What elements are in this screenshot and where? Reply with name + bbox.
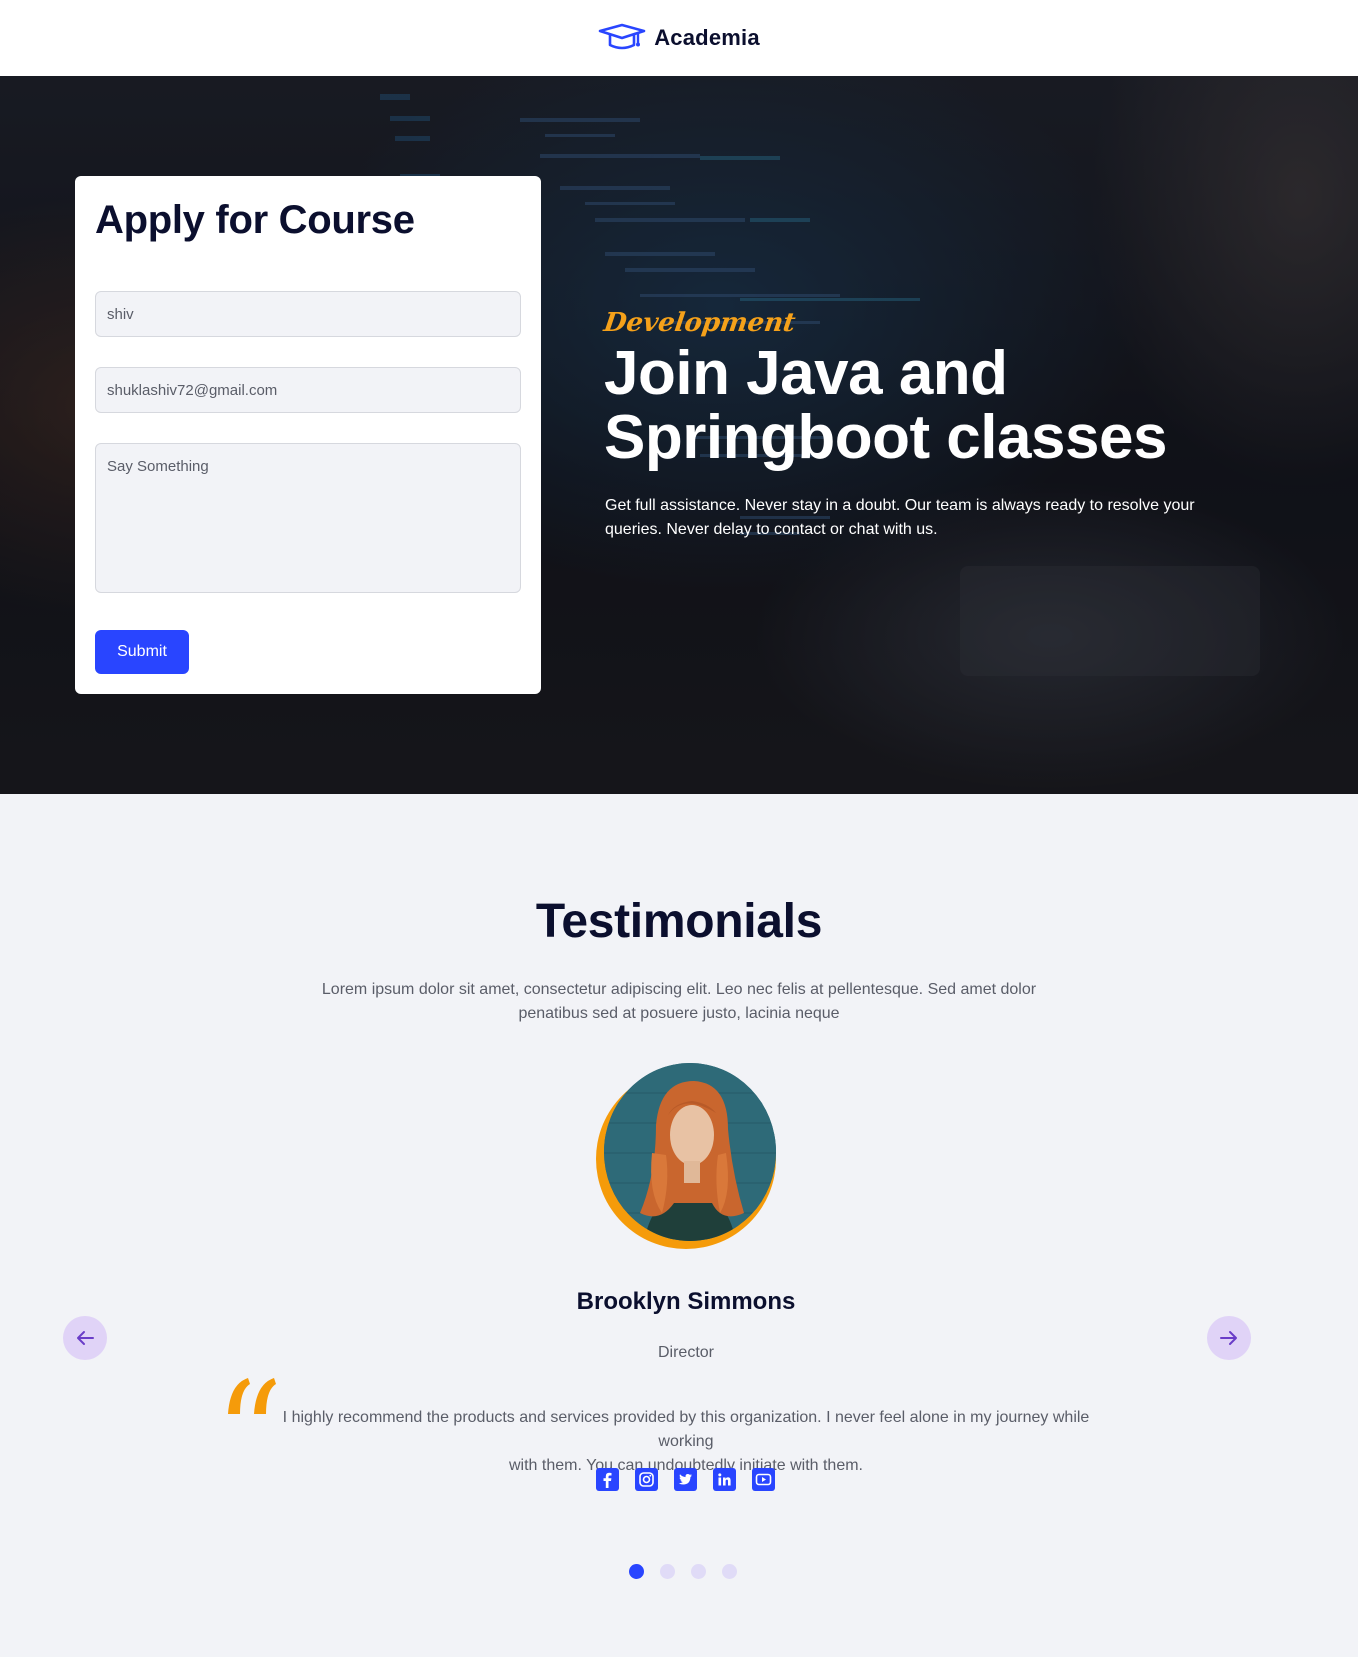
youtube-icon[interactable] — [752, 1468, 775, 1491]
testimonials-subtitle-line1: Lorem ipsum dolor sit amet, consectetur … — [321, 981, 1037, 998]
testimonials-section: Testimonials Lorem ipsum dolor sit amet,… — [0, 794, 1358, 1657]
carousel-pagination — [629, 1564, 737, 1579]
testimonials-title: Testimonials — [535, 895, 823, 948]
portrait-image — [604, 1063, 776, 1241]
apply-form-title: Apply for Course — [95, 198, 415, 242]
hero-description: Get full assistance. Never stay in a dou… — [605, 497, 1195, 538]
submit-button[interactable]: Submit — [95, 630, 189, 674]
brand[interactable]: Academia — [598, 23, 760, 53]
testimonial-role: Director — [657, 1344, 714, 1361]
site-header: Academia — [0, 0, 1358, 76]
apply-form-card: Apply for Course shiv shuklashiv72@gmail… — [75, 176, 541, 694]
hero-title: Join Java and Springboot classes — [604, 342, 1244, 470]
message-textarea[interactable]: Say Something — [95, 443, 521, 593]
twitter-icon[interactable] — [674, 1468, 697, 1491]
hero-section: Apply for Course shiv shuklashiv72@gmail… — [0, 76, 1358, 794]
hero-title-line2: Springboot classes — [604, 403, 1167, 472]
linkedin-icon[interactable] — [713, 1468, 736, 1491]
brand-name: Academia — [654, 25, 760, 50]
name-input[interactable]: shiv — [95, 291, 521, 337]
instagram-icon[interactable] — [635, 1468, 658, 1491]
avatar — [604, 1063, 776, 1241]
testimonials-subtitle-line2: penatibus sed at posuere justo, lacinia … — [518, 1005, 840, 1022]
facebook-icon[interactable] — [596, 1468, 619, 1491]
carousel-dot-3[interactable] — [691, 1564, 706, 1579]
hero-tag: Development — [601, 308, 798, 338]
testimonial-avatar — [596, 1063, 776, 1249]
testimonial-quote-line1: I highly recommend the products and serv… — [282, 1409, 1090, 1450]
graduation-cap-icon — [598, 23, 646, 50]
email-input[interactable]: shuklashiv72@gmail.com — [95, 367, 521, 413]
hero-title-line1: Join Java and — [604, 339, 1008, 408]
carousel-dot-4[interactable] — [722, 1564, 737, 1579]
carousel-dot-1[interactable] — [629, 1564, 644, 1579]
testimonial-name: Brooklyn Simmons — [576, 1288, 796, 1315]
social-links — [596, 1468, 775, 1491]
testimonials-subtitle: Lorem ipsum dolor sit amet, consectetur … — [320, 978, 1038, 1026]
carousel-dot-2[interactable] — [660, 1564, 675, 1579]
